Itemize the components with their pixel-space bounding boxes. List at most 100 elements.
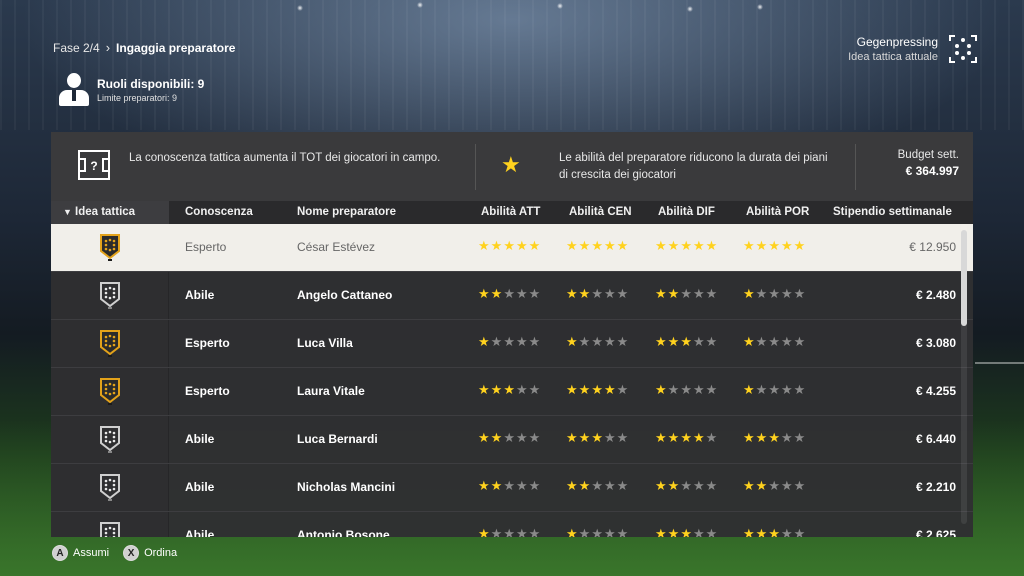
star-empty-icon: ★	[591, 334, 603, 349]
star-empty-icon: ★	[780, 382, 793, 397]
column-dif[interactable]: Abilità DIF	[658, 206, 715, 218]
star-empty-icon: ★	[591, 286, 603, 301]
star-empty-icon: ★	[603, 478, 616, 493]
skill-por-rating: ★ ★ ★ ★ ★	[743, 239, 805, 253]
roles-available: Ruoli disponibili: 9	[97, 77, 205, 91]
star-filled-icon: ★	[743, 478, 755, 493]
star-filled-icon: ★	[478, 238, 490, 253]
star-empty-icon: ★	[503, 430, 515, 445]
star-filled-icon: ★	[478, 334, 490, 349]
star-empty-icon: ★	[503, 526, 515, 538]
star-empty-icon: ★	[528, 334, 541, 349]
coach-avatar-icon	[58, 73, 90, 107]
star-empty-icon: ★	[692, 382, 705, 397]
table-row[interactable]: Abile Nicholas Mancini ★ ★ ★ ★ ★ ★ ★ ★ ★ ★ ★ ★ ★ ★ ★ ★ ★ ★…	[51, 464, 973, 512]
star-empty-icon: ★	[780, 430, 793, 445]
knowledge-level: Esperto	[185, 336, 230, 350]
star-empty-icon: ★	[755, 286, 768, 301]
star-filled-icon: ★	[743, 526, 755, 538]
star-empty-icon: ★	[768, 382, 780, 397]
skill-att-rating: ★ ★ ★ ★ ★	[478, 479, 540, 493]
star-filled-icon: ★	[478, 478, 490, 493]
star-empty-icon: ★	[692, 478, 705, 493]
tactical-knowledge-info: La conoscenza tattica aumenta il TOT dei…	[129, 152, 441, 164]
star-empty-icon: ★	[705, 430, 718, 445]
column-por[interactable]: Abilità POR	[746, 206, 809, 218]
budget-value: € 364.997	[905, 164, 959, 178]
star-filled-icon: ★	[591, 382, 603, 397]
skill-att-rating: ★ ★ ★ ★ ★	[478, 431, 540, 445]
star-filled-icon: ★	[478, 286, 490, 301]
trainer-list: Esperto César Estévez ★ ★ ★ ★ ★ ★ ★ ★ ★ ★ ★ ★ ★ ★ ★ ★ ★ ★ ★…	[51, 224, 973, 537]
star-filled-icon: ★	[755, 478, 768, 493]
divider	[855, 144, 856, 190]
star-filled-icon: ★	[490, 430, 503, 445]
pitch-tactic-icon: ?	[78, 150, 110, 180]
star-filled-icon: ★	[603, 382, 616, 397]
table-row[interactable]: Esperto César Estévez ★ ★ ★ ★ ★ ★ ★ ★ ★ ★ ★ ★ ★ ★ ★ ★ ★ ★ ★…	[51, 224, 973, 272]
skill-dif-rating: ★ ★ ★ ★ ★	[655, 479, 717, 493]
star-filled-icon: ★	[591, 430, 603, 445]
column-salary[interactable]: Stipendio settimanale	[833, 206, 952, 218]
skill-por-rating: ★ ★ ★ ★ ★	[743, 479, 805, 493]
knowledge-level: Abile	[185, 480, 215, 494]
star-filled-icon: ★	[755, 430, 768, 445]
star-empty-icon: ★	[490, 526, 503, 538]
star-filled-icon: ★	[667, 430, 680, 445]
star-empty-icon: ★	[503, 478, 515, 493]
star-filled-icon: ★	[667, 238, 680, 253]
roles-summary: Ruoli disponibili: 9 Limite preparatori:…	[58, 73, 204, 107]
scrollbar[interactable]	[961, 224, 967, 524]
star-empty-icon: ★	[515, 478, 528, 493]
star-empty-icon: ★	[768, 478, 780, 493]
sort-down-icon: ▼	[63, 207, 72, 217]
column-att[interactable]: Abilità ATT	[481, 206, 540, 218]
table-row[interactable]: Abile Luca Bernardi ★ ★ ★ ★ ★ ★ ★ ★ ★ ★ ★ ★ ★ ★ ★ ★ ★ ★ ★ ★ €…	[51, 416, 973, 464]
table-row[interactable]: Abile Angelo Cattaneo ★ ★ ★ ★ ★ ★ ★ ★ ★ ★ ★ ★ ★ ★ ★ ★ ★ ★ ★…	[51, 272, 973, 320]
star-filled-icon: ★	[490, 382, 503, 397]
star-empty-icon: ★	[680, 286, 692, 301]
hire-hint[interactable]: A Assumi	[52, 545, 109, 561]
column-name[interactable]: Nome preparatore	[297, 206, 396, 218]
knowledge-level: Abile	[185, 432, 215, 446]
star-empty-icon: ★	[793, 478, 806, 493]
tactic-idea-cell	[51, 416, 169, 463]
column-knowledge[interactable]: Conoscenza	[185, 206, 253, 218]
page-title: Ingaggia preparatore	[116, 40, 236, 55]
star-empty-icon: ★	[667, 382, 680, 397]
star-filled-icon: ★	[566, 430, 578, 445]
star-empty-icon: ★	[578, 526, 591, 538]
column-cen[interactable]: Abilità CEN	[569, 206, 632, 218]
trainer-name: Luca Villa	[297, 336, 353, 350]
star-filled-icon: ★	[680, 526, 692, 538]
star-filled-icon: ★	[793, 238, 806, 253]
table-row[interactable]: Abile Antonio Bosone ★ ★ ★ ★ ★ ★ ★ ★ ★ ★ ★ ★ ★ ★ ★ ★ ★ ★ ★ ★…	[51, 512, 973, 537]
weekly-salary: € 6.440	[915, 432, 956, 446]
sort-column-tactic[interactable]: ▼ Idea tattica	[51, 201, 169, 224]
table-row[interactable]: Esperto Laura Vitale ★ ★ ★ ★ ★ ★ ★ ★ ★ ★ ★ ★ ★ ★ ★ ★ ★ ★ ★ ★…	[51, 368, 973, 416]
current-tactic: Gegenpressing Idea tattica attuale	[848, 35, 938, 63]
star-empty-icon: ★	[515, 334, 528, 349]
star-empty-icon: ★	[793, 334, 806, 349]
star-filled-icon: ★	[692, 238, 705, 253]
breadcrumb-step: Fase 2/4	[53, 40, 100, 55]
skill-dif-rating: ★ ★ ★ ★ ★	[655, 287, 717, 301]
trainer-name: Luca Bernardi	[297, 432, 378, 446]
star-empty-icon: ★	[515, 382, 528, 397]
star-filled-icon: ★	[478, 526, 490, 538]
table-row[interactable]: Esperto Luca Villa ★ ★ ★ ★ ★ ★ ★ ★ ★ ★ ★ ★ ★ ★ ★ ★ ★ ★ ★ ★ € …	[51, 320, 973, 368]
star-filled-icon: ★	[655, 430, 667, 445]
star-filled-icon: ★	[743, 430, 755, 445]
sort-hint[interactable]: X Ordina	[123, 545, 177, 561]
skill-att-rating: ★ ★ ★ ★ ★	[478, 335, 540, 349]
star-filled-icon: ★	[515, 238, 528, 253]
trainer-panel: ? La conoscenza tattica aumenta il TOT d…	[51, 132, 973, 537]
star-filled-icon: ★	[578, 478, 591, 493]
skill-att-rating: ★ ★ ★ ★ ★	[478, 383, 540, 397]
scrollbar-thumb[interactable]	[961, 230, 967, 326]
skill-dif-rating: ★ ★ ★ ★ ★	[655, 239, 717, 253]
star-empty-icon: ★	[515, 430, 528, 445]
star-filled-icon: ★	[680, 334, 692, 349]
star-filled-icon: ★	[743, 382, 755, 397]
star-filled-icon: ★	[655, 478, 667, 493]
